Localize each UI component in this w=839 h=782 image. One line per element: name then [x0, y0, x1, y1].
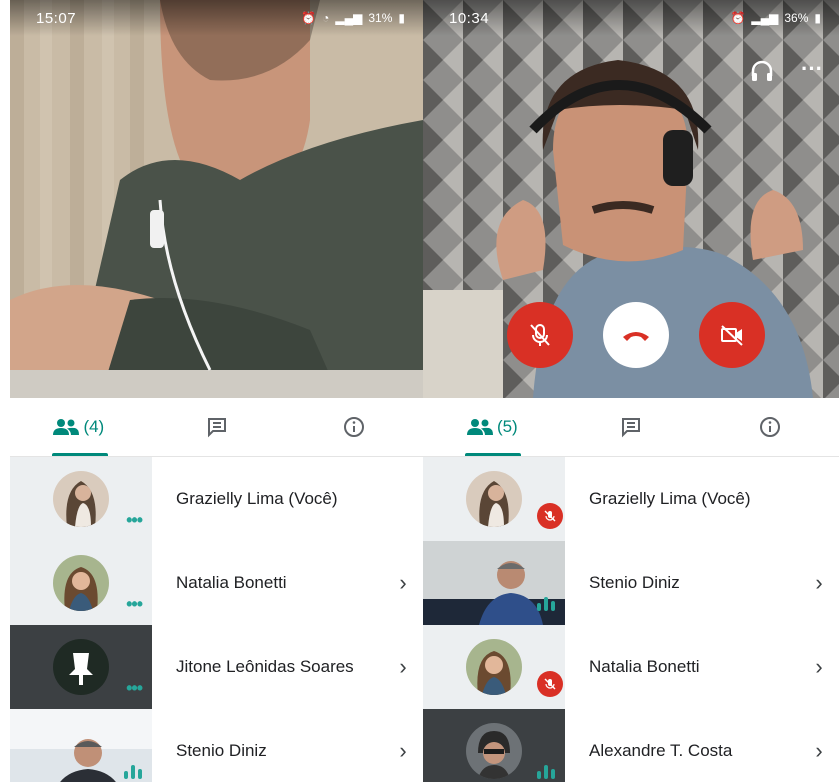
hang-up-icon	[623, 332, 649, 341]
people-count: (4)	[83, 417, 105, 436]
speaking-indicator-icon	[537, 765, 555, 779]
participant-name: Stenio Diniz	[589, 573, 680, 592]
tab-chat[interactable]	[562, 398, 701, 456]
people-count: (5)	[496, 417, 518, 436]
chevron-right-icon: ›	[815, 654, 823, 679]
participant-list: ••• Grazielly Lima (Você) ••• Natalia Bo…	[10, 457, 423, 782]
avatar	[466, 723, 522, 779]
chevron-right-icon: ›	[399, 738, 407, 763]
people-icon	[53, 419, 80, 435]
status-bar: 10:34 ⏰ ▂▄▆ 36% ▮	[423, 0, 839, 36]
participant-name: Natalia Bonetti	[589, 657, 700, 676]
avatar	[53, 555, 109, 611]
tab-chat[interactable]	[148, 398, 286, 456]
video-thumbnail	[423, 541, 565, 625]
chevron-right-icon: ›	[399, 570, 407, 595]
people-icon	[466, 419, 493, 435]
battery-level: 36%	[784, 11, 809, 25]
avatar	[466, 471, 522, 527]
hang-up-button[interactable]	[603, 302, 669, 368]
tab-people[interactable]: (5)	[423, 398, 562, 456]
battery-icon: ▮	[814, 11, 821, 25]
participant-thumbnail	[10, 709, 152, 782]
participant-row[interactable]: Grazielly Lima (Você)	[423, 457, 839, 541]
battery-icon: ▮	[398, 11, 405, 25]
mic-off-icon	[530, 324, 550, 346]
participant-row[interactable]: Stenio Diniz ›	[423, 541, 839, 625]
wifi-icon: ◔	[322, 11, 330, 25]
participant-thumbnail: •••	[10, 625, 152, 709]
alarm-icon: ⏰	[301, 11, 317, 25]
avatar	[53, 639, 109, 695]
status-icons: ⏰ ◔ ▂▄▆ 31% ▮	[301, 11, 405, 25]
muted-badge	[537, 503, 563, 529]
tab-info[interactable]	[285, 398, 423, 456]
right-call-screen: 10:34 ⏰ ▂▄▆ 36% ▮ ··· (5) Grazielly Lima…	[423, 0, 839, 782]
signal-icon: ▂▄▆	[335, 11, 363, 25]
video-off-button[interactable]	[699, 302, 765, 368]
info-icon	[759, 417, 780, 437]
participant-name: Alexandre T. Costa	[589, 741, 733, 760]
alarm-icon: ⏰	[730, 11, 746, 25]
participant-row[interactable]: Natalia Bonetti ›	[423, 625, 839, 709]
participant-thumbnail: •••	[10, 457, 152, 541]
participant-name: Grazielly Lima (Você)	[176, 489, 338, 508]
participant-row[interactable]: ••• Natalia Bonetti ›	[10, 541, 423, 625]
mic-off-icon	[544, 510, 556, 522]
more-dots-icon: •••	[126, 678, 143, 698]
participant-thumbnail	[423, 625, 565, 709]
mic-off-button[interactable]	[507, 302, 573, 368]
avatar	[53, 471, 109, 527]
muted-badge	[537, 671, 563, 697]
participant-name: Jitone Leônidas Soares	[176, 657, 354, 676]
more-horiz-icon[interactable]: ···	[801, 56, 823, 82]
speaking-indicator-icon	[537, 597, 555, 611]
more-dots-icon: •••	[126, 510, 143, 530]
speaking-indicator-icon	[124, 765, 142, 779]
status-bar: 15:07 ⏰ ◔ ▂▄▆ 31% ▮	[10, 0, 423, 36]
participant-name: Grazielly Lima (Você)	[589, 489, 751, 508]
battery-level: 31%	[368, 11, 393, 25]
chevron-right-icon: ›	[815, 570, 823, 595]
participant-thumbnail	[423, 457, 565, 541]
video-off-icon	[721, 325, 743, 346]
participant-name: Stenio Diniz	[176, 741, 267, 760]
status-time: 15:07	[36, 9, 77, 27]
participant-row[interactable]: Stenio Diniz ›	[10, 709, 423, 782]
status-time: 10:34	[449, 9, 490, 27]
video-image	[10, 0, 423, 398]
main-video-feed[interactable]	[10, 0, 423, 398]
tab-bar: (4)	[10, 398, 423, 457]
tab-bar: (5)	[423, 398, 839, 457]
status-icons: ⏰ ▂▄▆ 36% ▮	[730, 11, 821, 25]
chevron-right-icon: ›	[815, 738, 823, 763]
participant-name: Natalia Bonetti	[176, 573, 287, 592]
avatar	[466, 639, 522, 695]
participant-thumbnail: •••	[10, 541, 152, 625]
info-icon	[344, 417, 365, 437]
chat-icon	[207, 418, 226, 438]
headphones-icon[interactable]	[749, 58, 775, 89]
participant-row[interactable]: ••• Jitone Leônidas Soares ›	[10, 625, 423, 709]
left-call-screen: 15:07 ⏰ ◔ ▂▄▆ 31% ▮ (4) ••• Grazielly Li…	[10, 0, 423, 782]
tab-people[interactable]: (4)	[10, 398, 148, 456]
more-dots-icon: •••	[126, 594, 143, 614]
participant-list: Grazielly Lima (Você) Stenio Diniz › Nat…	[423, 457, 839, 782]
mic-off-icon	[544, 678, 556, 690]
tab-info[interactable]	[700, 398, 839, 456]
chat-icon	[622, 418, 640, 438]
participant-thumbnail	[423, 541, 565, 625]
signal-icon: ▂▄▆	[751, 11, 779, 25]
participant-thumbnail	[423, 709, 565, 782]
chevron-right-icon: ›	[399, 654, 407, 679]
participant-row[interactable]: ••• Grazielly Lima (Você)	[10, 457, 423, 541]
participant-row[interactable]: Alexandre T. Costa ›	[423, 709, 839, 782]
